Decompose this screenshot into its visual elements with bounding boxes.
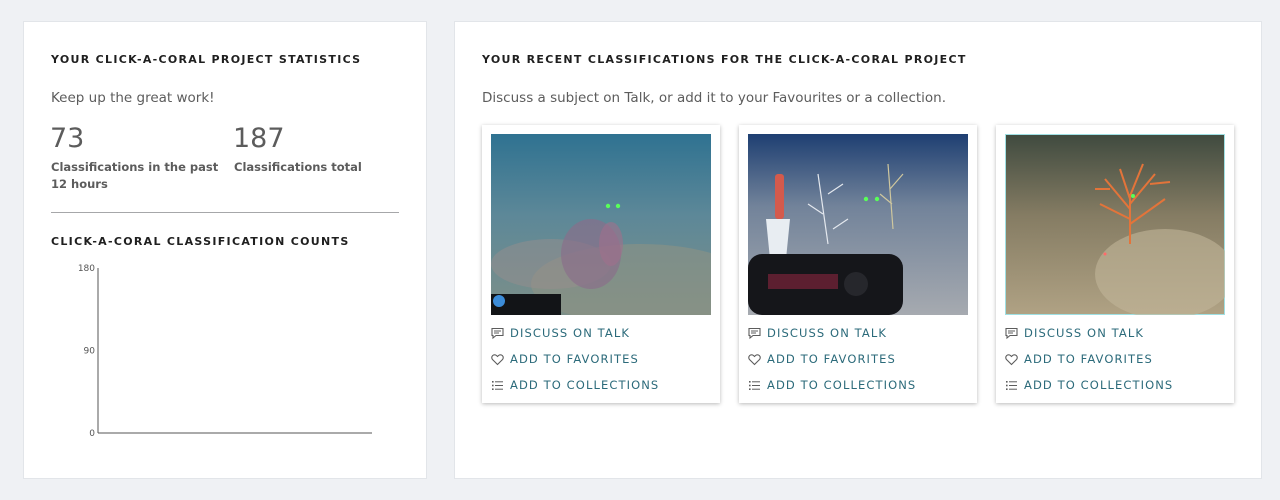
y-tick-label: 90 bbox=[84, 347, 96, 357]
discuss-on-talk-button[interactable]: DISCUSS ON TALK bbox=[748, 325, 887, 341]
subject-card: DISCUSS ON TALK ADD TO FAVORITES ADD TO … bbox=[482, 125, 720, 403]
add-to-collections-button[interactable]: ADD TO COLLECTIONS bbox=[748, 377, 916, 393]
favorites-label: ADD TO FAVORITES bbox=[510, 352, 639, 366]
statistics-heading: YOUR CLICK-A-CORAL PROJECT STATISTICS bbox=[51, 53, 362, 66]
collections-label: ADD TO COLLECTIONS bbox=[1024, 378, 1174, 392]
speech-bubble-icon bbox=[748, 327, 761, 340]
speech-bubble-icon bbox=[491, 327, 504, 340]
recent-label-line2: 12 hours bbox=[51, 177, 108, 191]
subject-card: DISCUSS ON TALK ADD TO FAVORITES ADD TO … bbox=[996, 125, 1234, 403]
speech-bubble-icon bbox=[1005, 327, 1018, 340]
y-tick-label: 180 bbox=[78, 264, 95, 274]
discuss-label: DISCUSS ON TALK bbox=[767, 326, 888, 340]
add-to-favorites-button[interactable]: ADD TO FAVORITES bbox=[491, 351, 639, 367]
subject-thumbnail[interactable] bbox=[491, 134, 711, 315]
classification-counts-heading: CLICK-A-CORAL CLASSIFICATION COUNTS bbox=[51, 235, 350, 248]
encouragement-text: Keep up the great work! bbox=[51, 90, 215, 106]
add-to-favorites-button[interactable]: ADD TO FAVORITES bbox=[748, 351, 896, 367]
collections-label: ADD TO COLLECTIONS bbox=[510, 378, 660, 392]
discuss-on-talk-button[interactable]: DISCUSS ON TALK bbox=[1005, 325, 1144, 341]
recent-instructions-text: Discuss a subject on Talk, or add it to … bbox=[482, 90, 947, 106]
heart-icon bbox=[1005, 353, 1018, 366]
total-classifications-label: Classifications total bbox=[234, 160, 362, 174]
list-icon bbox=[748, 379, 761, 392]
discuss-label: DISCUSS ON TALK bbox=[510, 326, 631, 340]
list-icon bbox=[491, 379, 504, 392]
add-to-collections-button[interactable]: ADD TO COLLECTIONS bbox=[1005, 377, 1173, 393]
total-classifications-count: 187 bbox=[233, 123, 285, 154]
discuss-on-talk-button[interactable]: DISCUSS ON TALK bbox=[491, 325, 630, 341]
subject-thumbnail[interactable] bbox=[748, 134, 968, 315]
y-tick-label: 0 bbox=[89, 429, 95, 439]
add-to-collections-button[interactable]: ADD TO COLLECTIONS bbox=[491, 377, 659, 393]
add-to-favorites-button[interactable]: ADD TO FAVORITES bbox=[1005, 351, 1153, 367]
collections-label: ADD TO COLLECTIONS bbox=[767, 378, 917, 392]
stats-divider bbox=[51, 212, 399, 213]
recent-classifications-panel: YOUR RECENT CLASSIFICATIONS FOR THE CLIC… bbox=[454, 21, 1262, 479]
heart-icon bbox=[491, 353, 504, 366]
recent-classifications-count: 73 bbox=[50, 123, 85, 154]
discuss-label: DISCUSS ON TALK bbox=[1024, 326, 1145, 340]
list-icon bbox=[1005, 379, 1018, 392]
favorites-label: ADD TO FAVORITES bbox=[767, 352, 896, 366]
recent-classifications-heading: YOUR RECENT CLASSIFICATIONS FOR THE CLIC… bbox=[482, 53, 967, 66]
recent-label-line1: Classifications in the past bbox=[51, 160, 219, 174]
subject-card: DISCUSS ON TALK ADD TO FAVORITES ADD TO … bbox=[739, 125, 977, 403]
project-statistics-panel: YOUR CLICK-A-CORAL PROJECT STATISTICS Ke… bbox=[23, 21, 427, 479]
favorites-label: ADD TO FAVORITES bbox=[1024, 352, 1153, 366]
heart-icon bbox=[748, 353, 761, 366]
subject-thumbnail[interactable] bbox=[1005, 134, 1225, 315]
recent-classifications-label: Classifications in the past 12 hours bbox=[51, 159, 226, 193]
classification-counts-chart: 0 90 180 bbox=[78, 264, 372, 439]
